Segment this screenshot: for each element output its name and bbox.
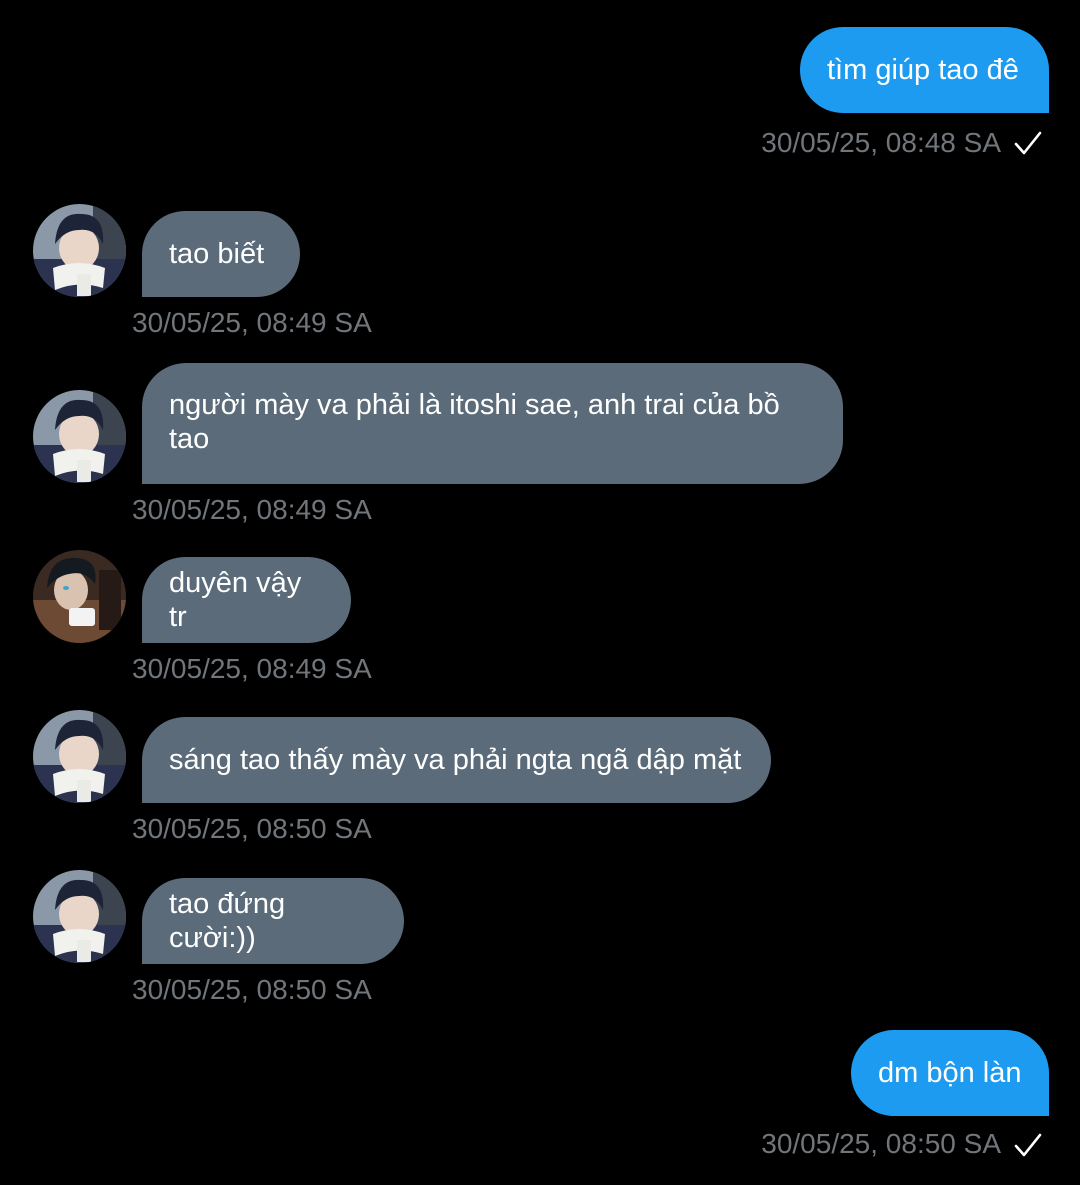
check-icon xyxy=(1014,1133,1042,1157)
message-timestamp: 30/05/25, 08:50 SA xyxy=(761,1128,1001,1159)
check-icon xyxy=(1014,131,1042,155)
avatar-boy-scarf[interactable] xyxy=(33,870,126,963)
message-bubble-incoming[interactable]: người mày va phải là itoshi sae, anh tra… xyxy=(142,363,843,484)
avatar-dark-hair[interactable] xyxy=(33,550,126,643)
message-bubble-outgoing[interactable]: tìm giúp tao đê xyxy=(800,27,1049,113)
message-timestamp: 30/05/25, 08:48 SA xyxy=(761,127,1001,158)
avatar-boy-scarf[interactable] xyxy=(33,710,126,803)
message-timestamp: 30/05/25, 08:49 SA xyxy=(132,307,372,338)
message-text: tao đứng cười:)) xyxy=(169,888,286,954)
message-bubble-incoming[interactable]: duyên vậy tr xyxy=(142,557,351,643)
message-text: dm bộn làn xyxy=(878,1057,1022,1089)
message-bubble-incoming[interactable]: tao đứng cười:)) xyxy=(142,878,404,964)
message-timestamp: 30/05/25, 08:50 SA xyxy=(132,813,372,844)
message-bubble-incoming[interactable]: tao biết xyxy=(142,211,300,297)
message-text: duyên vậy tr xyxy=(169,567,302,633)
avatar-boy-scarf[interactable] xyxy=(33,204,126,297)
message-text: tao biết xyxy=(169,238,265,270)
message-bubble-incoming[interactable]: sáng tao thấy mày va phải ngta ngã dập m… xyxy=(142,717,771,803)
avatar-boy-scarf[interactable] xyxy=(33,390,126,483)
message-timestamp: 30/05/25, 08:50 SA xyxy=(132,974,372,1005)
message-text: sáng tao thấy mày va phải ngta ngã dập m… xyxy=(169,744,742,776)
message-text: người mày va phải là itoshi sae, anh tra… xyxy=(169,389,780,455)
message-timestamp: 30/05/25, 08:49 SA xyxy=(132,494,372,525)
message-timestamp: 30/05/25, 08:49 SA xyxy=(132,653,372,684)
message-bubble-outgoing[interactable]: dm bộn làn xyxy=(851,1030,1049,1116)
message-text: tìm giúp tao đê xyxy=(827,54,1019,86)
